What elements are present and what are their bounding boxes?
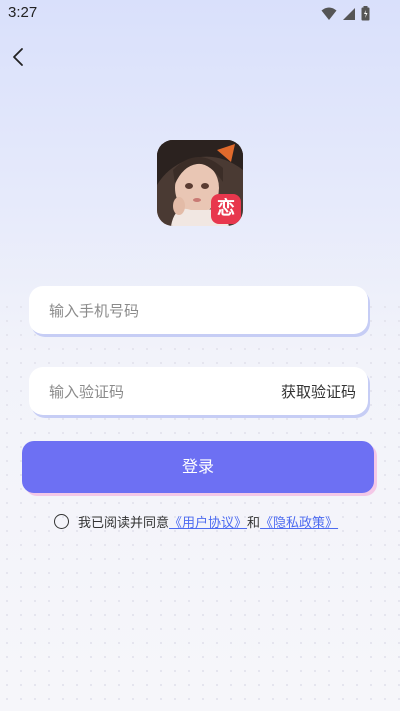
status-time: 3:27 <box>8 4 38 21</box>
wifi-icon <box>321 7 337 20</box>
status-icons <box>321 6 370 21</box>
user-agreement-link[interactable]: 《用户协议》 <box>169 512 247 531</box>
phone-field <box>29 286 368 336</box>
status-bar: 3:27 <box>0 0 400 28</box>
agreement-row: 我已阅读并同意 《用户协议》 和 《隐私政策》 <box>54 512 338 531</box>
agreement-prefix: 我已阅读并同意 <box>78 516 170 531</box>
get-code-button[interactable]: 获取验证码 <box>281 381 356 402</box>
agreement-radio[interactable] <box>54 514 69 529</box>
login-button[interactable]: 登录 <box>22 441 374 493</box>
background-pattern <box>0 300 400 711</box>
signal-icon <box>343 7 355 20</box>
agreement-and: 和 <box>247 516 261 531</box>
battery-icon <box>361 6 370 21</box>
app-badge: 恋 <box>211 194 241 224</box>
app-logo: 恋 <box>157 140 243 226</box>
phone-input[interactable] <box>47 286 271 336</box>
code-field: 获取验证码 <box>29 367 368 417</box>
code-input[interactable] <box>47 367 271 417</box>
chevron-left-icon <box>13 48 23 66</box>
back-button[interactable] <box>6 44 32 70</box>
privacy-policy-link[interactable]: 《隐私政策》 <box>260 512 338 531</box>
